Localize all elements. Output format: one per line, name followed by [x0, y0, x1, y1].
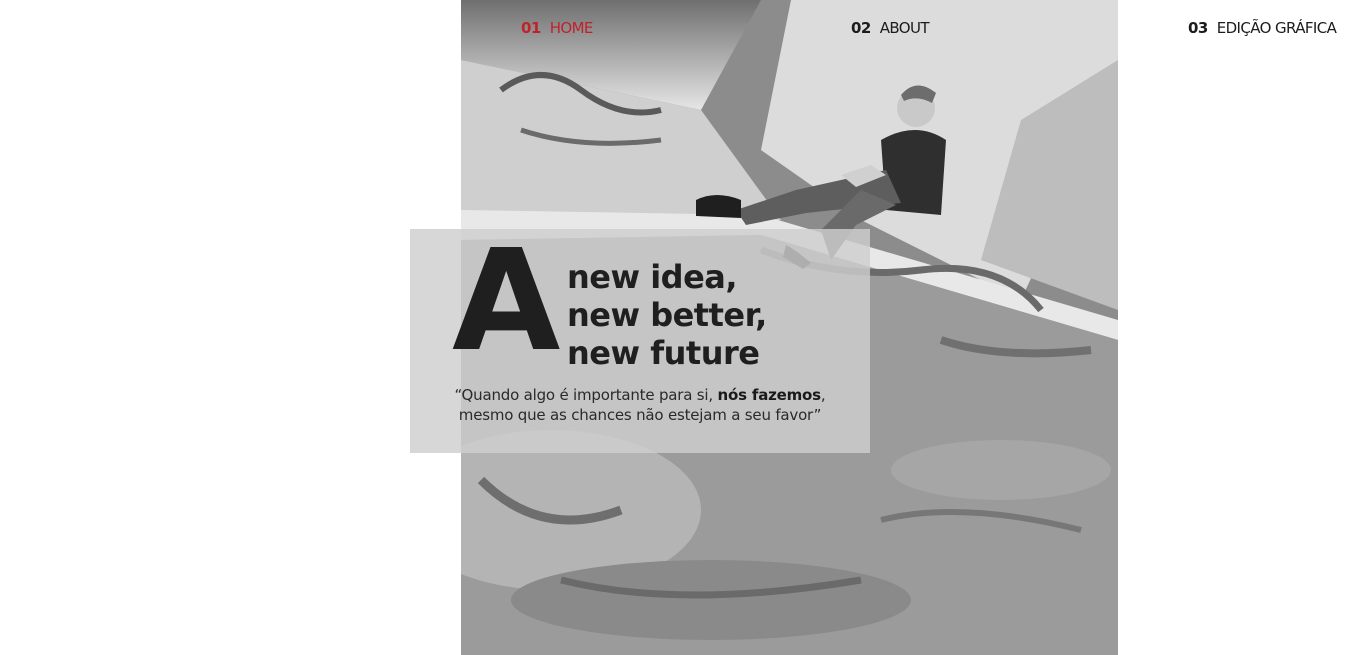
nav-home-number: 01 [521, 19, 541, 37]
nav-item-edicao-grafica[interactable]: 03 EDIÇÃO GRÁFICA [1188, 19, 1337, 37]
headline-line-3: new future [567, 334, 760, 372]
headline-line-2: new better, [567, 296, 767, 334]
hero-initial-letter: A [452, 220, 560, 383]
headline-line-1: new idea, [567, 258, 738, 296]
quote-emphasis: nós fazemos [717, 386, 822, 404]
nav-edicao-label: EDIÇÃO GRÁFICA [1216, 19, 1337, 37]
quote-line-2: mesmo que as chances não estejam a seu f… [458, 406, 822, 424]
nav-edicao-number: 03 [1188, 19, 1208, 37]
nav-about-label: ABOUT [879, 19, 930, 37]
nav-home-label: HOME [549, 19, 594, 37]
nav-about-number: 02 [851, 19, 871, 37]
quote-open: “Quando algo é importante para si, [454, 386, 718, 404]
nav-item-home[interactable]: 01 HOME [521, 19, 593, 37]
hero-headline: new idea, new better, new future [567, 258, 767, 372]
quote-line-1: “Quando algo é importante para si, nós f… [420, 385, 860, 405]
nav-item-about[interactable]: 02 ABOUT [851, 19, 930, 37]
landing-page: 01 HOME 02 ABOUT 03 EDIÇÃO GRÁFICA A new… [0, 0, 1366, 655]
hero-quote: “Quando algo é importante para si, nós f… [420, 385, 860, 425]
quote-line1-end: , [820, 386, 826, 404]
